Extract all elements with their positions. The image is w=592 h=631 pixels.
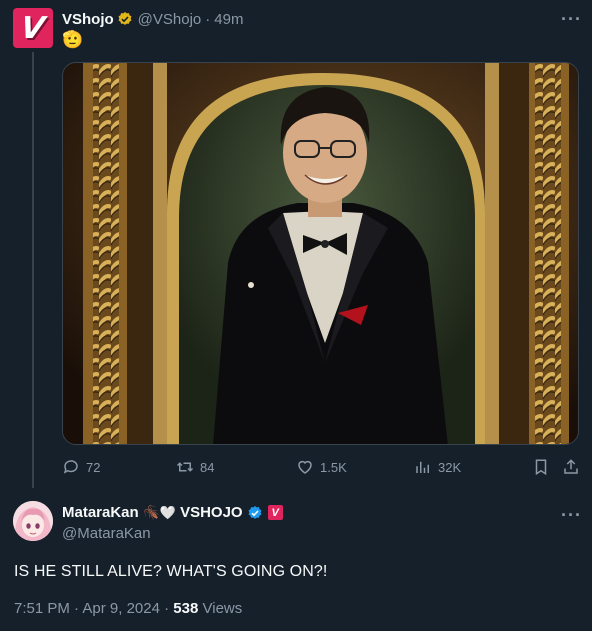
mataraka-avatar[interactable] [13,501,53,541]
reply-header: MataraKan 🪳🤍 VSHOJO V [62,504,283,521]
affiliation-name[interactable]: VSHOJO [180,504,243,521]
retweet-icon [176,462,194,472]
gold-verified-icon [118,12,132,25]
reply-button[interactable]: 72 [62,458,100,476]
reply-more-options-icon[interactable]: ··· [561,505,582,526]
anime-avatar-image [13,501,53,541]
bookmark-button[interactable] [532,458,550,476]
tweet-time[interactable]: 49m [214,11,243,28]
tweet-header: VShojo @VShojo · 49m [62,9,243,29]
separator-dot: · [164,600,170,617]
like-button[interactable]: 1.5K [296,458,347,476]
author-name[interactable]: VShojo [62,11,114,28]
views-label: Views [202,600,243,617]
name-emojis: 🪳🤍 [143,504,177,520]
separator-dot: · [205,10,211,28]
portrait-photo [63,63,578,444]
tweet-text: 🫡 [62,30,84,49]
affiliation-badge-letter: V [271,506,279,519]
separator-dot: · [74,600,80,617]
tweet-actions: 72 84 1.5K 32K [62,458,582,480]
reply-count: 72 [86,459,101,475]
view-count: 538 [173,600,199,617]
reply-author-handle[interactable]: @MataraKan [62,525,151,542]
share-button[interactable] [562,458,580,476]
retweet-button[interactable]: 84 [176,458,214,476]
affiliation-badge[interactable]: V [267,505,283,520]
tweet-media-image[interactable] [62,62,579,445]
thread-line [32,52,34,488]
reply-author-name[interactable]: MataraKan [62,504,139,521]
reply-date[interactable]: Apr 9, 2024 [82,600,160,617]
share-icon [564,459,578,474]
heart-icon [298,460,312,474]
vshojo-avatar[interactable]: V [13,8,53,48]
bookmark-icon [535,459,547,476]
views-icon [416,461,429,473]
reply-meta: 7:51 PM · Apr 9, 2024 · 538 Views [14,600,242,617]
more-options-icon[interactable]: ··· [561,9,582,30]
reply-text: IS HE STILL ALIVE? WHAT'S GOING ON?! [14,563,328,580]
views-button[interactable]: 32K [414,458,461,476]
blue-verified-icon [248,505,262,519]
retweet-count: 84 [200,459,215,475]
like-count: 1.5K [320,459,347,475]
author-handle[interactable]: @VShojo [138,11,202,28]
reply-icon [63,460,78,474]
reply-time[interactable]: 7:51 PM [14,600,70,617]
views-count: 32K [438,459,462,475]
avatar-letter: V [18,10,48,46]
